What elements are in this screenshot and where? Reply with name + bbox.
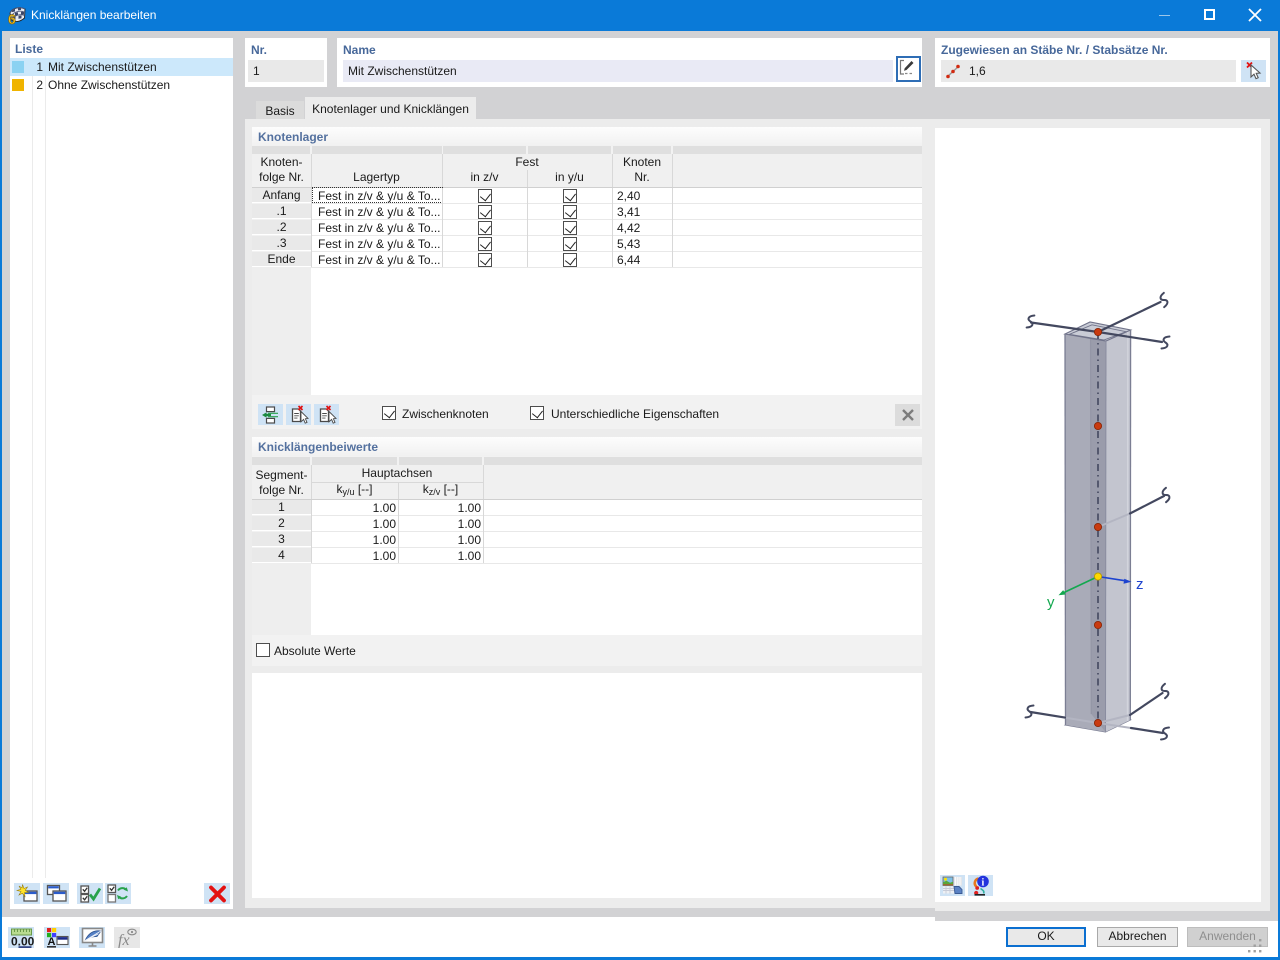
svg-text:z: z [1136, 576, 1144, 593]
svg-text:i: i [982, 878, 985, 889]
svg-text:6: 6 [8, 11, 16, 25]
svg-text:y: y [1047, 594, 1055, 611]
svg-text:0.00: 0.00 [11, 934, 34, 948]
svg-text:fx: fx [118, 932, 130, 948]
